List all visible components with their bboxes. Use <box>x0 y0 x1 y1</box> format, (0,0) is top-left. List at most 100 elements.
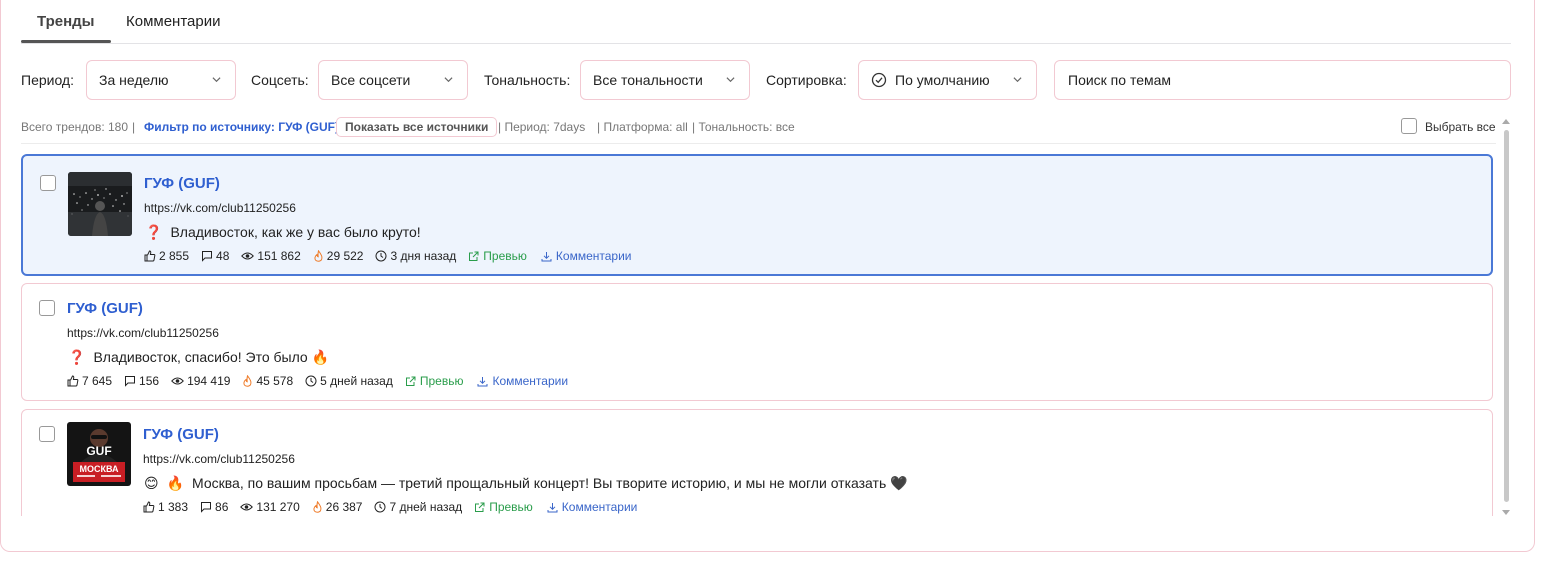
check-circle-icon <box>871 72 887 88</box>
preview-link[interactable]: Превью <box>405 374 464 388</box>
scroll-up-arrow[interactable] <box>1502 119 1510 124</box>
trend-stats: 1 383 86 131 270 26 387 7 дней назад Пре… <box>143 500 637 514</box>
filter-bar: Период: За неделю Соцсеть: Все соцсети Т… <box>21 60 1511 100</box>
period-label: Период: <box>21 72 74 88</box>
time-stat: 3 дня назад <box>375 249 456 263</box>
tab-comments[interactable]: Комментарии <box>126 13 220 30</box>
heat-stat: 29 522 <box>313 249 364 263</box>
heat-count: 26 387 <box>325 500 363 514</box>
comments-download-link[interactable]: Комментарии <box>477 374 568 388</box>
fire-icon <box>243 375 252 387</box>
time-stat: 5 дней назад <box>305 374 393 388</box>
likes-count: 1 383 <box>158 500 189 514</box>
tone-info: | Тональность: все <box>692 120 795 134</box>
trend-card[interactable]: ГУФ (GUF) https://vk.com/club11250256 ❓ В… <box>21 283 1493 401</box>
trend-text-content: Владивосток, как же у вас было круто! <box>170 224 421 240</box>
show-all-sources-button[interactable]: Показать все источники <box>336 117 498 137</box>
sort-select-value: По умолчанию <box>895 72 990 88</box>
likes-count: 7 645 <box>82 374 113 388</box>
eye-icon <box>241 252 255 260</box>
preview-link[interactable]: Превью <box>468 249 527 263</box>
trend-card[interactable]: GUF МОСКВА ГУФ (GUF) https://vk.com/club… <box>21 409 1493 516</box>
trend-title-link[interactable]: ГУФ (GUF) <box>143 426 219 443</box>
total-trends-count: Всего трендов: 180 <box>21 120 129 134</box>
platform-info: | Платформа: all <box>597 120 688 134</box>
preview-link[interactable]: Превью <box>474 500 533 514</box>
trend-checkbox[interactable] <box>40 175 56 191</box>
clock-icon <box>375 250 387 262</box>
post-thumbnail <box>68 172 132 236</box>
download-icon <box>541 251 552 261</box>
tone-select[interactable]: Все тональности <box>580 60 750 100</box>
likes-stat: 7 645 <box>67 374 112 388</box>
heat-stat: 45 578 <box>242 374 293 388</box>
comments-download-link[interactable]: Комментарии <box>541 249 632 263</box>
sort-select[interactable]: По умолчанию <box>858 60 1037 100</box>
chevron-down-icon <box>444 77 453 83</box>
thumb-city-text: МОСКВА <box>79 464 119 474</box>
question-emoji: ❓ <box>145 224 163 240</box>
heat-count: 45 578 <box>256 374 294 388</box>
trend-checkbox[interactable] <box>39 300 55 316</box>
trend-source-url: https://vk.com/club11250256 <box>67 326 219 340</box>
fire-emoji: 🔥 <box>166 475 185 491</box>
clock-icon <box>305 375 317 387</box>
external-link-icon <box>475 502 485 512</box>
network-select-value: Все соцсети <box>331 72 411 88</box>
source-filter-label: Фильтр по источнику: ГУФ (GUF) <box>144 120 339 134</box>
comments-download-link[interactable]: Комментарии <box>547 500 638 514</box>
smile-emoji: 😊 <box>144 475 159 491</box>
trend-text-content: Владивосток, спасибо! Это было 🔥 <box>93 349 330 365</box>
trend-text: 😊 🔥 Москва, по вашим просьбам — третий про… <box>144 475 908 492</box>
trend-checkbox[interactable] <box>39 426 55 442</box>
download-icon <box>547 502 558 512</box>
tab-trends[interactable]: Тренды <box>37 13 95 30</box>
period-select-value: За неделю <box>99 72 169 88</box>
topic-search-input[interactable] <box>1054 60 1511 100</box>
views-stat: 131 270 <box>240 500 300 514</box>
sort-label: Сортировка: <box>766 72 847 88</box>
scroll-down-arrow[interactable] <box>1502 510 1510 515</box>
trend-text-content: Москва, по вашим просьбам — третий проща… <box>192 475 908 491</box>
comment-icon <box>202 251 213 262</box>
comments-link-label: Комментарии <box>561 500 638 514</box>
network-select[interactable]: Все соцсети <box>318 60 468 100</box>
time-stat: 7 дней назад <box>374 500 462 514</box>
period-select[interactable]: За неделю <box>86 60 236 100</box>
network-label: Соцсеть: <box>251 72 309 88</box>
trend-card[interactable]: ГУФ (GUF) https://vk.com/club11250256 ❓ В… <box>21 154 1493 276</box>
heat-stat: 26 387 <box>312 500 363 514</box>
comments-link-label: Комментарии <box>555 249 632 263</box>
trend-title-link[interactable]: ГУФ (GUF) <box>144 175 220 192</box>
thumbs-up-icon <box>143 501 155 513</box>
heat-count: 29 522 <box>326 249 364 263</box>
clock-icon <box>374 501 386 513</box>
time-ago: 3 дня назад <box>390 249 457 263</box>
trend-source-url: https://vk.com/club11250256 <box>143 452 295 466</box>
comments-link-label: Комментарии <box>492 374 569 388</box>
likes-count: 2 855 <box>159 249 190 263</box>
eye-icon <box>171 377 184 385</box>
external-link-icon <box>469 251 479 261</box>
preview-label: Превью <box>419 374 464 388</box>
likes-stat: 1 383 <box>143 500 188 514</box>
select-all-checkbox[interactable] <box>1401 118 1417 134</box>
trend-source-url: https://vk.com/club11250256 <box>144 201 296 215</box>
external-link-icon <box>405 376 416 386</box>
trend-stats: 7 645 156 194 419 45 578 5 дней назад Пр… <box>67 374 568 388</box>
preview-label: Превью <box>483 249 527 263</box>
tab-bar: Тренды Комментарии <box>21 2 1511 44</box>
time-ago: 7 дней назад <box>389 500 463 514</box>
download-icon <box>477 376 488 386</box>
post-thumbnail: GUF МОСКВА <box>67 422 131 486</box>
views-stat: 151 862 <box>241 249 301 263</box>
active-tab-indicator <box>21 40 111 43</box>
chevron-down-icon <box>1013 77 1022 83</box>
scroll-thumb[interactable] <box>1504 130 1509 502</box>
comments-count: 156 <box>139 374 160 388</box>
info-separator: | <box>132 120 136 134</box>
trend-text: ❓ Владивосток, спасибо! Это было 🔥 <box>68 349 329 366</box>
list-scrollbar[interactable] <box>1501 118 1511 516</box>
comments-stat: 48 <box>201 249 229 263</box>
trend-title-link[interactable]: ГУФ (GUF) <box>67 300 143 317</box>
